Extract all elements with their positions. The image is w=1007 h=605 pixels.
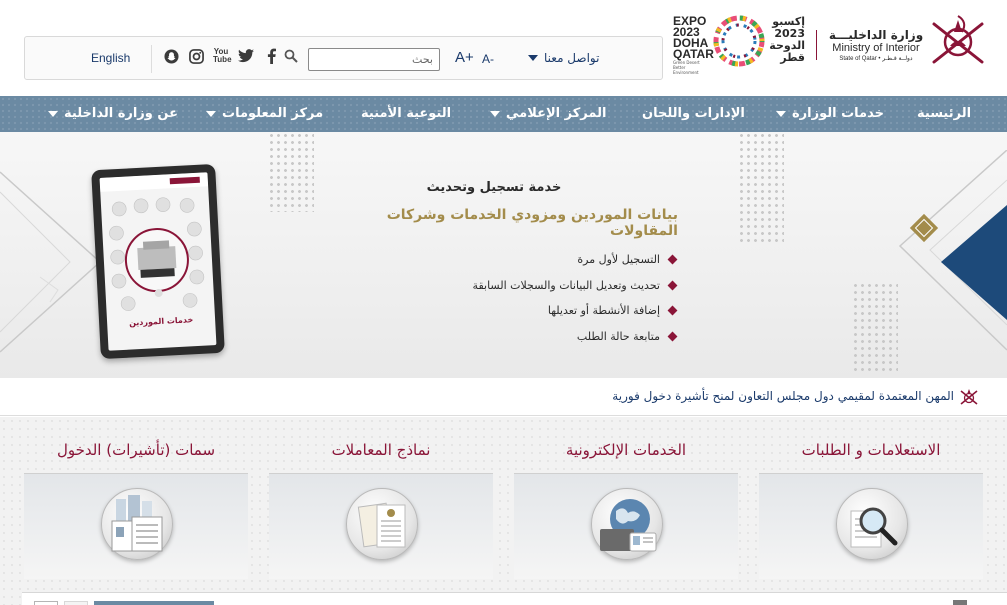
main-nav: الرئيسية خدمات الوزارة الإدارات واللجان … [0,96,1007,132]
card-title: الخدمات الإلكترونية [565,441,687,459]
chevron-down-icon [48,110,58,117]
youtube-icon[interactable]: You Tube [213,48,232,64]
twitter-icon[interactable] [238,48,254,64]
nav-item-label: التوعية الأمنية [361,106,452,121]
nav-item-ministry-services[interactable]: خدمات الوزارة [776,106,884,121]
qatar-emblem-icon[interactable] [928,12,988,70]
expo-logo-en: EXPO 2023 DOHA QATAR [673,14,714,61]
nav-item-about-ministry[interactable]: عن وزارة الداخلية [48,106,178,121]
card-title: نماذج المعاملات [331,441,431,459]
nav-item-label: خدمات الوزارة [792,106,884,121]
font-increase-button[interactable]: A+ [455,49,474,66]
bottom-tab-bar[interactable] [94,601,214,605]
card-icon-circle [346,488,418,560]
logo-divider [816,30,817,60]
nav-item-media-center[interactable]: المركز الإعلامي [490,106,606,121]
social-links: You Tube [163,48,279,64]
nav-item-departments[interactable]: الإدارات واللجان [642,106,745,121]
supplier-services-tablet-image: خدمات الموردين [91,163,225,360]
banner-subtitle: بيانات الموردين ومزودي الخدمات وشركات ال… [386,207,678,239]
service-cards: الاستعلامات و الطلبات الخدمات الإلكتروني… [0,417,1007,605]
banner-right-decoration [898,150,1007,351]
bottom-button[interactable] [64,601,88,605]
forms-icon [357,502,406,548]
list-item: تحديث وتعديل البيانات والسجلات السابقة [430,273,678,299]
banner-dot-pattern [268,132,314,212]
tablet-screen: خدمات الموردين [99,172,217,351]
search-input[interactable] [308,48,440,71]
banner-dot-pattern [738,132,784,242]
contact-us-label: تواصل معنا [544,51,600,65]
visa-icon [111,495,163,552]
english-language-link[interactable]: English [91,51,130,65]
state-of-qatar-label: State of Qatar • دولــة قـطـر [839,56,913,62]
ministry-name-en: Ministry of Interior [832,42,920,54]
list-item: متابعة حالة الطلب [430,324,678,350]
card-inquiries-requests[interactable]: الاستعلامات و الطلبات [759,427,983,579]
utility-toolbar: English You Tube A+ A- تواصل معنا [24,36,663,80]
bottom-icon [953,600,967,605]
bottom-button[interactable] [34,601,58,605]
chevron-down-icon [528,55,538,61]
card-entry-visas[interactable]: سمات (تأشيرات) الدخول [24,427,248,579]
ticker-news-link[interactable]: المهن المعتمدة لمقيمي دول مجلس التعاون ل… [612,389,954,403]
banner-dot-pattern [852,282,898,372]
card-icon-circle [591,488,663,560]
magnifier-icon [850,507,898,548]
card-e-services[interactable]: الخدمات الإلكترونية [514,427,738,579]
card-body [759,473,983,579]
nav-item-label: مركز المعلومات [222,106,324,121]
chevron-down-icon [206,110,216,117]
font-decrease-button[interactable]: A- [482,52,494,66]
ministry-logo-text[interactable]: وزارة الداخليـــة Ministry of Interior S… [822,28,930,64]
card-transaction-forms[interactable]: نماذج المعاملات [269,427,493,579]
news-ticker: المهن المعتمدة لمقيمي دول مجلس التعاون ل… [0,378,1007,416]
banner-title: خدمة تسجيل وتحديث [426,180,562,195]
qatar-emblem-icon [960,389,978,405]
bottom-section-bar [22,592,1007,605]
nav-item-label: المركز الإعلامي [506,106,607,121]
contact-us-dropdown[interactable]: تواصل معنا [528,51,599,65]
card-title: سمات (تأشيرات) الدخول [56,441,216,459]
card-icon-circle [836,488,908,560]
card-body [24,473,248,579]
nav-item-security-awareness[interactable]: التوعية الأمنية [361,106,451,121]
diamond-bullet-icon [667,331,678,342]
facebook-icon[interactable] [263,48,279,64]
toolbar-divider [151,45,152,73]
ministry-name-ar: وزارة الداخليـــة [828,28,924,42]
snapchat-icon[interactable] [163,48,179,64]
expo-logo-tagline: Green Desert Better Environment [673,60,700,75]
expo-flower-ring-icon [713,15,765,67]
nav-item-information-center[interactable]: مركز المعلومات [206,106,323,121]
card-body [269,473,493,579]
card-title: الاستعلامات و الطلبات [801,441,941,459]
site-header: English You Tube A+ A- تواصل معنا [0,0,1007,96]
nav-item-home[interactable]: الرئيسية [917,106,971,121]
nav-item-label: الرئيسية [917,106,972,121]
nav-item-label: عن وزارة الداخلية [64,106,178,121]
diamond-bullet-icon [667,305,678,316]
diamond-bullet-icon [667,254,678,265]
search-icon[interactable] [284,49,298,63]
diamond-bullet-icon [667,280,678,291]
hero-banner[interactable]: خدمات الموردين خدمة تسجيل وتحديث بيانات … [0,132,1007,378]
nav-item-label: الإدارات واللجان [642,106,745,121]
instagram-icon[interactable] [188,48,204,64]
expo-2023-logo[interactable]: EXPO 2023 DOHA QATAR Green Desert Better En… [673,13,813,75]
chevron-down-icon [490,110,500,117]
card-body [514,473,738,579]
chevron-down-icon [776,110,786,117]
list-item: إضافة الأنشطة أو تعديلها [430,298,678,324]
globe-id-icon [600,499,657,552]
banner-bullet-list: التسجيل لأول مرة تحديث وتعديل البيانات و… [430,247,678,350]
expo-logo-ar: إكسبو 2023 الدوحة قطر [769,15,805,64]
card-icon-circle [101,488,173,560]
list-item: التسجيل لأول مرة [430,247,678,273]
